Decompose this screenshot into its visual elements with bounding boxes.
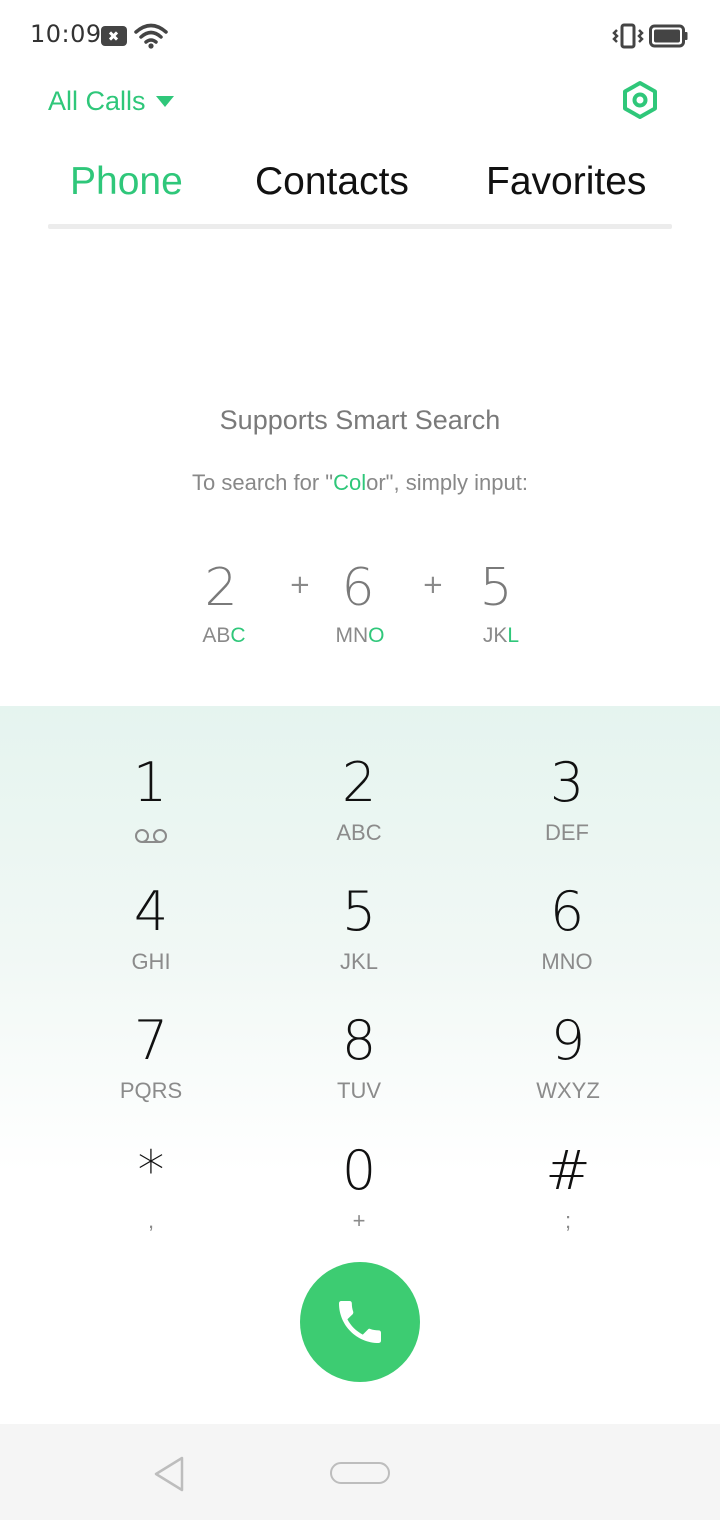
key-letters: ABC (336, 820, 382, 845)
key-digit: 1 (132, 751, 168, 814)
example-letters: JKL (461, 624, 541, 648)
example-letters: ABC (184, 624, 264, 648)
settings-hex-icon[interactable] (620, 80, 660, 120)
dial-key-8[interactable]: 8 TUV (279, 1006, 439, 1116)
key-letters: GHI (131, 949, 171, 974)
example-digit: 6 (341, 558, 375, 618)
call-button[interactable] (300, 1262, 420, 1382)
home-pill-icon[interactable] (330, 1462, 390, 1484)
example-letters-plain: MN (335, 624, 369, 647)
dial-key-hash[interactable]: # ; (488, 1136, 648, 1246)
key-digit: 3 (549, 751, 585, 814)
key-digit: 5 (341, 880, 377, 943)
all-calls-label: All Calls (48, 85, 146, 116)
status-bar: 10:09 (0, 0, 720, 72)
all-calls-dropdown[interactable]: All Calls (48, 82, 174, 120)
example-digit: 2 (204, 558, 238, 618)
phone-icon (339, 1301, 381, 1343)
dial-key-4[interactable]: 4 GHI (71, 877, 231, 987)
dial-key-2[interactable]: 2 ABC (279, 748, 439, 858)
key-digit: 7 (133, 1009, 169, 1072)
subtitle-word-rest: or (366, 470, 386, 495)
example-letters-highlight: C (230, 624, 246, 647)
key-letters: WXYZ (536, 1078, 600, 1103)
tab-favorites[interactable]: Favorites (486, 160, 646, 204)
battery-icon (649, 24, 688, 48)
example-letters-highlight: O (368, 624, 385, 647)
key-letters: + (352, 1208, 366, 1233)
smart-search-title: Supports Smart Search (219, 405, 501, 435)
key-digit: 4 (133, 880, 169, 943)
smart-search-subtitle: To search for "Color", simply input: (0, 470, 720, 496)
key-letters: JKL (340, 949, 378, 974)
example-letters-highlight: L (507, 624, 520, 647)
dial-key-3[interactable]: 3 DEF (487, 748, 647, 858)
example-digit: 5 (479, 558, 513, 618)
key-digit: 9 (550, 1009, 586, 1072)
subtitle-prefix: To search for " (192, 470, 334, 495)
chevron-down-icon (155, 95, 174, 107)
vibrate-icon (612, 23, 644, 49)
plus-sign: + (422, 570, 444, 600)
voicemail-icon (135, 829, 167, 843)
key-letters: PQRS (119, 1078, 183, 1103)
example-letters-plain: AB (202, 624, 231, 647)
key-letters: MNO (541, 949, 593, 974)
key-digit: 2 (341, 751, 377, 814)
tab-contacts[interactable]: Contacts (255, 160, 409, 204)
navigation-bar (0, 1424, 720, 1520)
key-letters: ; (564, 1208, 572, 1233)
dial-key-0[interactable]: 0 + (279, 1136, 439, 1246)
back-triangle-icon[interactable] (150, 1454, 190, 1494)
dial-key-6[interactable]: 6 MNO (487, 877, 647, 987)
key-letters: TUV (337, 1078, 381, 1103)
plus-sign: + (289, 570, 311, 600)
dial-key-5[interactable]: 5 JKL (279, 877, 439, 987)
tab-divider (48, 224, 672, 229)
key-digit: 0 (341, 1139, 377, 1202)
tab-phone[interactable]: Phone (70, 160, 183, 204)
notification-x-icon (101, 26, 127, 46)
example-letters: MNO (320, 624, 400, 648)
status-time: 10:09 (30, 20, 102, 48)
key-digit: # (545, 1139, 591, 1202)
key-letters: , (147, 1208, 155, 1233)
key-digit: 6 (549, 880, 585, 943)
dial-key-star[interactable]: * , (71, 1136, 231, 1246)
wifi-icon (134, 23, 168, 49)
dial-key-9[interactable]: 9 WXYZ (488, 1006, 648, 1116)
dial-key-7[interactable]: 7 PQRS (71, 1006, 231, 1116)
key-digit: * (137, 1139, 165, 1202)
subtitle-highlight: Col (333, 470, 367, 495)
key-digit: 8 (341, 1009, 377, 1072)
subtitle-suffix: ", simply input: (385, 470, 528, 495)
dial-key-1[interactable]: 1 (70, 748, 230, 858)
key-letters: DEF (545, 820, 589, 845)
example-letters-plain: JK (482, 624, 508, 647)
tab-bar: Phone Contacts Favorites (48, 150, 672, 230)
